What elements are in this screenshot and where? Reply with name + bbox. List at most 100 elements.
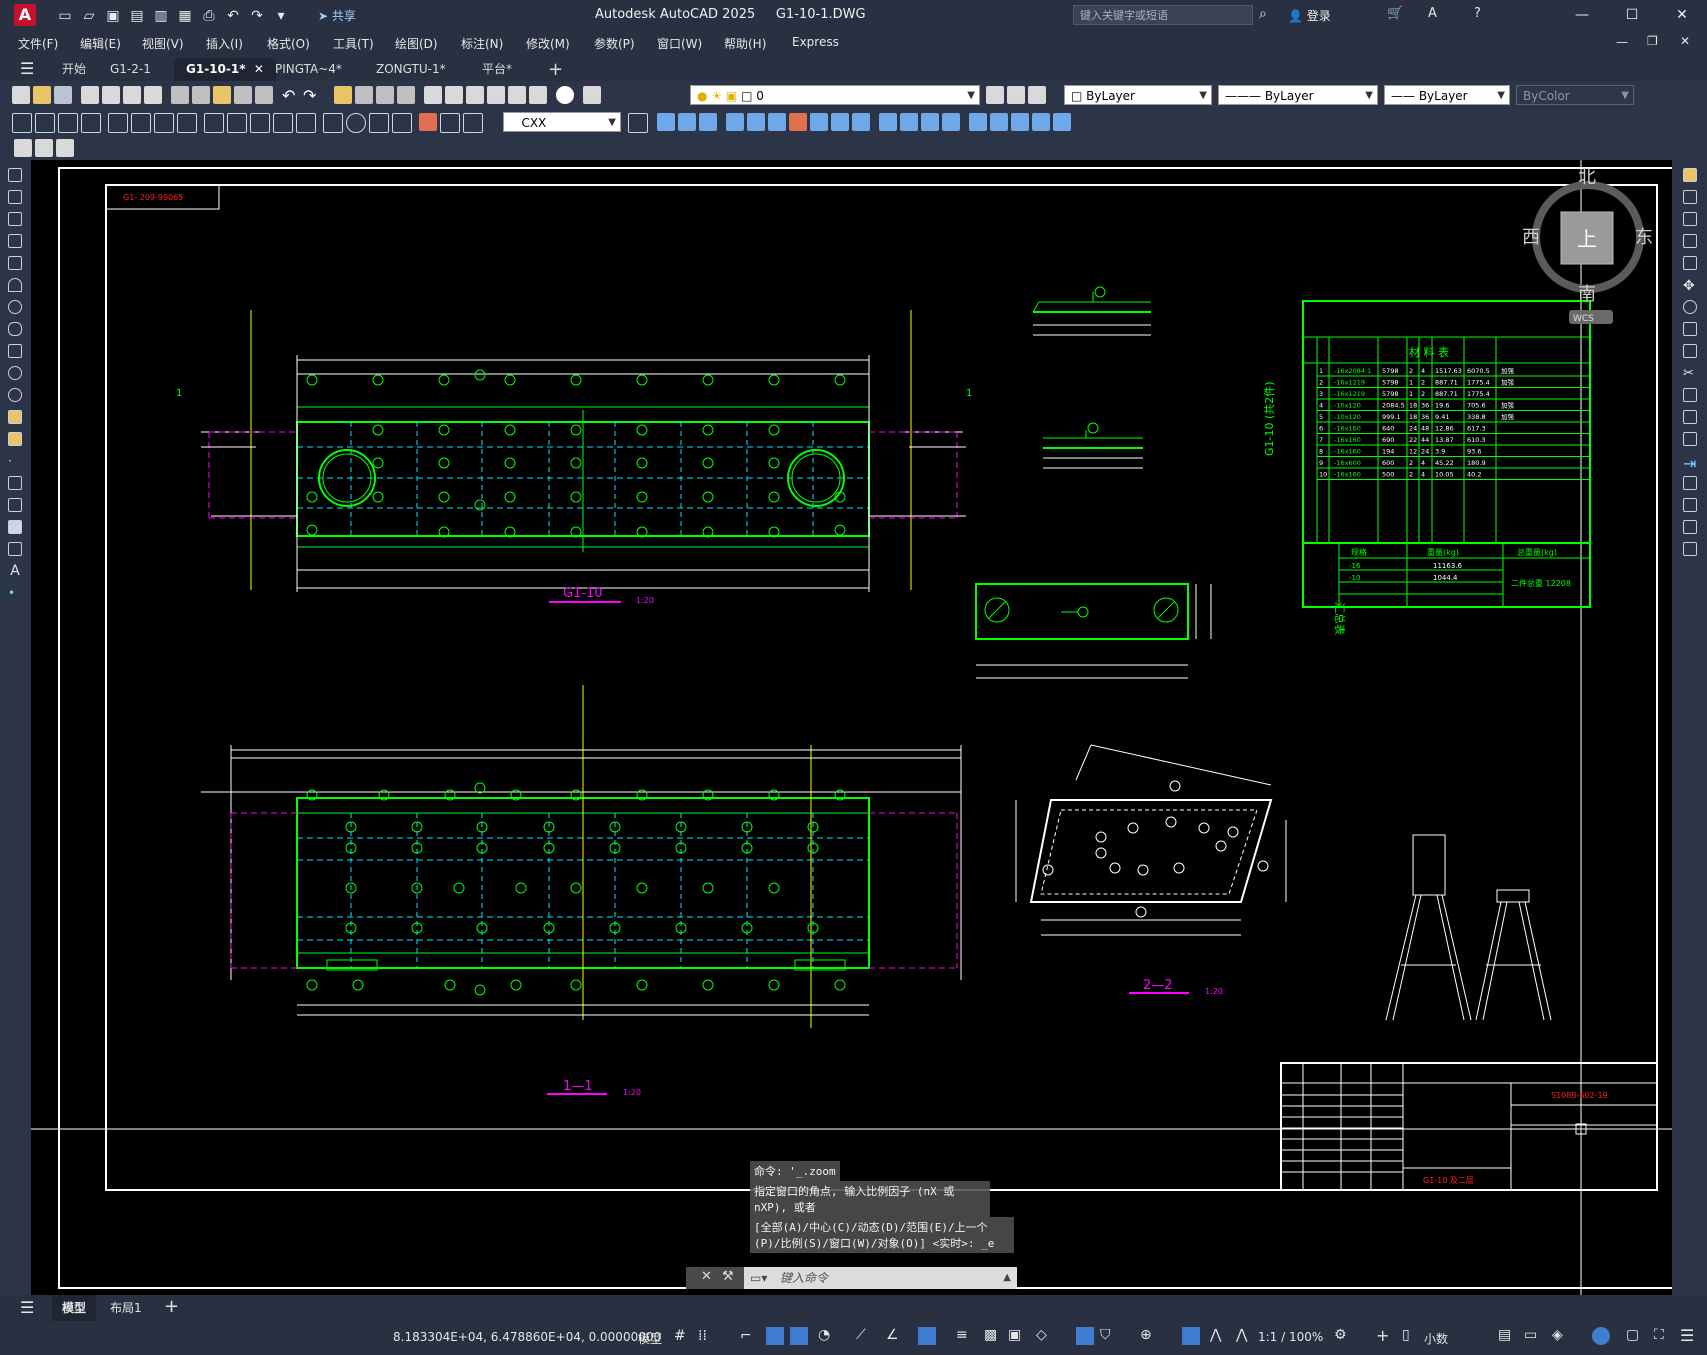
command-history-up-icon[interactable]: ▲ [1003, 1267, 1011, 1289]
dim-update-icon[interactable] [463, 113, 483, 133]
pan-icon[interactable] [334, 86, 352, 104]
ellipse-icon[interactable] [8, 366, 22, 380]
dim-style-icon[interactable] [628, 113, 648, 133]
workspace-gear-icon[interactable]: ⚙ [1334, 1327, 1347, 1343]
extend-palette-icon[interactable] [1683, 388, 1697, 402]
units-icon[interactable]: ▯ [1402, 1327, 1410, 1343]
dim-space-icon[interactable] [273, 113, 293, 133]
copy-palette-icon[interactable] [1683, 190, 1697, 204]
quick-dim-icon[interactable] [204, 113, 224, 133]
sheet-set-icon[interactable] [487, 86, 505, 104]
match-properties-icon[interactable] [234, 86, 252, 104]
table-icon[interactable] [8, 542, 22, 556]
add-layout-plus-icon[interactable]: + [164, 1296, 179, 1317]
hatch-icon[interactable] [8, 476, 22, 490]
new-tab-plus-icon[interactable]: + [548, 58, 563, 81]
rotate-icon[interactable] [789, 113, 807, 131]
menu-draw[interactable]: 绘图(D) [395, 35, 438, 52]
graphics-performance-icon[interactable] [1592, 1327, 1610, 1345]
customize-qat-icon[interactable]: ▾ [272, 7, 290, 25]
help-icon[interactable]: ? [1474, 6, 1481, 21]
lineweight-dropdown[interactable]: —— ByLayer ▼ [1384, 85, 1510, 105]
offset-palette-icon[interactable] [1683, 234, 1697, 248]
publish-icon[interactable]: ▥ [152, 7, 170, 25]
menu-dimension[interactable]: 标注(N) [461, 35, 503, 52]
tab-zongtu[interactable]: ZONGTU-1* [376, 58, 446, 81]
close-command-line-icon[interactable]: ✕ [701, 1269, 712, 1284]
color-dropdown[interactable]: □ ByLayer ▼ [1064, 85, 1212, 105]
redo-icon[interactable]: ↷ [248, 7, 266, 25]
open-icon[interactable] [33, 86, 51, 104]
dim-aligned-icon[interactable] [35, 113, 55, 133]
hamburger-menu-icon[interactable]: ☰ [20, 59, 34, 78]
edit-block-icon[interactable] [35, 139, 53, 157]
isometric-drafting-icon[interactable]: ⟋ [856, 1327, 866, 1343]
object-snap-tracking-icon[interactable]: ∠ [886, 1327, 899, 1343]
viewcube-east[interactable]: 东 [1635, 227, 1653, 248]
rotate-palette-icon[interactable] [1683, 300, 1697, 314]
circle-icon[interactable] [8, 300, 22, 314]
transparency-icon[interactable]: ▩ [984, 1327, 997, 1343]
lock-ui-icon[interactable]: ▭ [1524, 1327, 1537, 1343]
menu-modify[interactable]: 修改(M) [526, 35, 570, 52]
save-as-icon[interactable]: ▤ [128, 7, 146, 25]
annotation-visibility-icon[interactable] [1182, 1327, 1200, 1345]
insert-block-icon[interactable] [8, 410, 22, 424]
export-pdf-icon[interactable] [144, 86, 162, 104]
dim-edit-icon[interactable] [419, 113, 437, 131]
erase-icon[interactable] [657, 113, 675, 131]
menu-format[interactable]: 格式(O) [267, 35, 310, 52]
zoom-previous-icon[interactable] [397, 86, 415, 104]
inspection-icon[interactable] [369, 113, 389, 133]
add-selected-icon[interactable]: • [8, 586, 22, 600]
publish-toolbar-icon[interactable] [123, 86, 141, 104]
clean-screen-icon[interactable]: ▢ [1626, 1327, 1639, 1343]
layer-properties-icon[interactable] [583, 86, 601, 104]
edit-attribute-icon[interactable] [56, 139, 74, 157]
break-palette-icon[interactable] [1683, 432, 1697, 446]
chamfer-icon[interactable] [942, 113, 960, 131]
tab-close-icon[interactable]: ✕ [254, 62, 264, 76]
share-button[interactable]: ➤ 共享 [318, 7, 356, 24]
selection-filtering-icon[interactable]: ⛉ [1100, 1327, 1111, 1343]
search-input[interactable]: 键入关键字或短语 [1073, 5, 1253, 25]
construction-line-icon[interactable] [8, 190, 22, 204]
ortho-mode-icon[interactable] [790, 1327, 808, 1345]
status-customize-icon[interactable]: ☰ [1680, 1326, 1694, 1345]
tool-palettes-icon[interactable] [466, 86, 484, 104]
quick-properties-icon[interactable]: ▤ [1498, 1327, 1511, 1343]
dynamic-ucs-icon[interactable] [1076, 1327, 1094, 1345]
layer-states-icon[interactable] [1028, 86, 1046, 104]
tab-g1-2-1[interactable]: G1-2-1 [110, 58, 151, 81]
annotation-scale-value[interactable]: 1:1 / 100% [1258, 1330, 1323, 1344]
tab-pingtai[interactable]: 平台* [482, 58, 512, 81]
move-icon[interactable] [768, 113, 786, 131]
make-current-layer-icon[interactable] [986, 86, 1004, 104]
trim-icon[interactable] [852, 113, 870, 131]
erase-palette-icon[interactable] [1683, 168, 1697, 182]
drawing-canvas[interactable]: G1- 209-99065 1 1 G1-10 1:20 1—1 1:20 2—… [31, 160, 1672, 1295]
layout-menu-icon[interactable]: ☰ [20, 1298, 34, 1317]
maximize-icon[interactable]: ☐ [1607, 0, 1657, 31]
plot-preview-icon[interactable] [102, 86, 120, 104]
annotation-monitor-icon[interactable]: + [1376, 1326, 1389, 1345]
redo-toolbar-icon[interactable]: ↷ [303, 86, 321, 105]
grid-icon[interactable]: # [674, 1328, 686, 1344]
tab-g1-10-1[interactable]: G1-10-1* ✕ [174, 58, 276, 81]
scale-palette-icon[interactable] [1683, 322, 1697, 336]
dim-linear-icon[interactable] [12, 113, 32, 133]
dim-continue-icon[interactable] [250, 113, 270, 133]
plot-icon[interactable]: ▦ [176, 7, 194, 25]
open-file-icon[interactable]: ▱ [80, 7, 98, 25]
command-input[interactable]: ▭▾ 键入命令 ▲ [744, 1267, 1017, 1289]
array-palette-icon[interactable] [1683, 256, 1697, 270]
tolerance-icon[interactable] [323, 113, 343, 133]
viewcube-south[interactable]: 南 [1578, 284, 1596, 305]
tab-start[interactable]: 开始 [62, 58, 86, 81]
fillet-icon[interactable] [969, 113, 987, 131]
customize-wrench-icon[interactable]: ⚒ [722, 1269, 734, 1284]
mtext-icon[interactable]: A [8, 564, 22, 578]
menu-express[interactable]: Express [792, 35, 839, 49]
rectangle-icon[interactable] [8, 256, 22, 270]
dim-radius-icon[interactable] [108, 113, 128, 133]
